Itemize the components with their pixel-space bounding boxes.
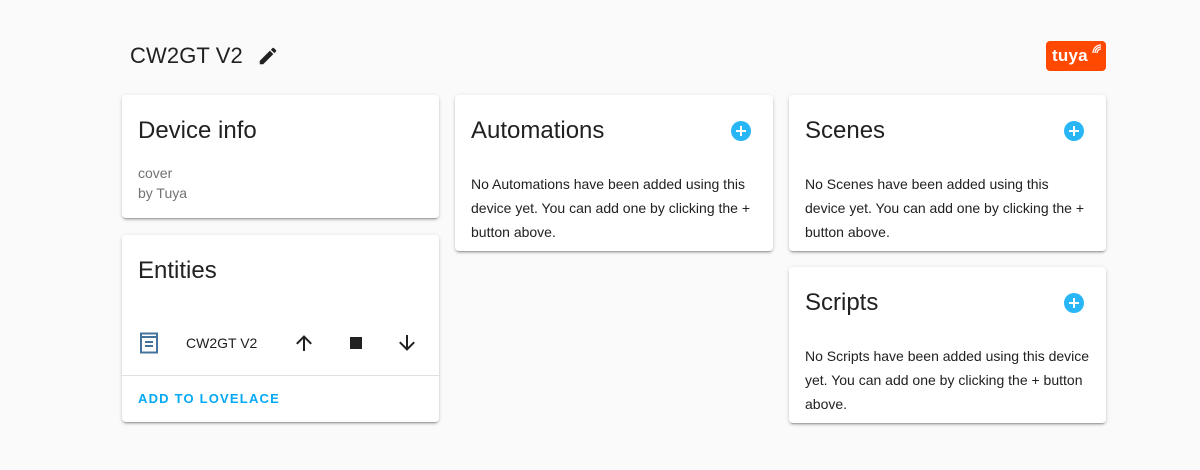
- device-info-title: Device info: [138, 117, 257, 144]
- scripts-card: Scripts No Scripts have been added using…: [789, 267, 1106, 423]
- automations-card: Automations No Automations have been add…: [455, 95, 773, 251]
- device-info-card: Device info cover by Tuya: [122, 95, 439, 218]
- device-name: CW2GT V2: [130, 43, 243, 68]
- brand-logo-text: tuya: [1052, 46, 1088, 65]
- entity-name[interactable]: CW2GT V2: [186, 335, 257, 351]
- page-header: CW2GT V2: [130, 40, 279, 72]
- scripts-title: Scripts: [805, 289, 879, 316]
- add-circle-icon[interactable]: [1063, 120, 1085, 142]
- add-circle-icon[interactable]: [730, 120, 752, 142]
- pencil-icon[interactable]: [257, 45, 279, 67]
- arrow-up-icon[interactable]: [292, 331, 316, 355]
- automations-title: Automations: [471, 117, 605, 144]
- add-to-lovelace-button[interactable]: ADD TO LOVELACE: [138, 391, 280, 406]
- scenes-title: Scenes: [805, 117, 886, 144]
- wifi-icon: [1092, 44, 1102, 54]
- automations-empty-text: No Automations have been added using thi…: [471, 176, 751, 240]
- scenes-empty-text: No Scenes have been added using this dev…: [805, 176, 1085, 240]
- entities-card: Entities CW2GT V2 ADD TO LOVELACE: [122, 235, 439, 422]
- entities-title: Entities: [138, 257, 217, 284]
- device-model: cover: [138, 165, 173, 181]
- scripts-empty-text: No Scripts have been added using this de…: [805, 348, 1090, 412]
- tuya-logo: tuya: [1046, 41, 1106, 71]
- stop-icon[interactable]: [344, 331, 368, 355]
- card-divider: [122, 375, 439, 376]
- scenes-card: Scenes No Scenes have been added using t…: [789, 95, 1106, 251]
- window-shutter-icon: [140, 332, 158, 354]
- add-circle-icon[interactable]: [1063, 292, 1085, 314]
- arrow-down-icon[interactable]: [395, 331, 419, 355]
- device-manufacturer: by Tuya: [138, 185, 188, 201]
